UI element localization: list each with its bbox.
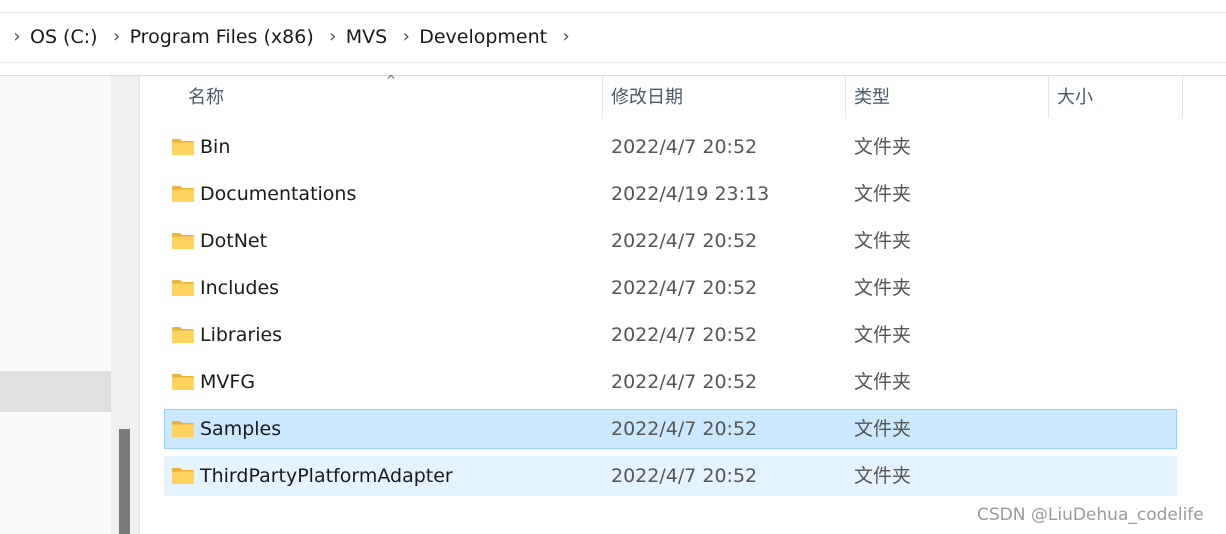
folder-icon <box>172 468 194 484</box>
file-type: 文件夹 <box>854 136 912 158</box>
column-header-size[interactable]: 大小 <box>1048 76 1183 118</box>
file-modified-date: 2022/4/7 20:52 <box>611 418 758 440</box>
chevron-right-icon[interactable]: › <box>108 13 126 61</box>
folder-icon <box>172 186 194 202</box>
file-name[interactable]: DotNet <box>200 222 267 260</box>
file-type: 文件夹 <box>854 230 912 252</box>
folder-icon <box>172 327 194 343</box>
watermark: CSDN @LiuDehua_codelife <box>977 505 1204 525</box>
file-name[interactable]: MVFG <box>200 363 255 401</box>
column-header-name[interactable]: 名称 <box>180 76 602 118</box>
file-modified-date: 2022/4/7 20:52 <box>611 324 758 346</box>
chevron-right-icon[interactable]: › <box>8 13 26 61</box>
file-row[interactable]: DotNet 2022/4/7 20:52 文件夹 <box>164 221 1177 261</box>
breadcrumb-item-mvs[interactable]: MVS <box>346 13 387 61</box>
file-type: 文件夹 <box>854 418 912 440</box>
breadcrumb: › OS (C:) › Program Files (x86) › MVS › … <box>0 13 579 61</box>
chevron-right-icon[interactable]: › <box>324 13 342 61</box>
file-name[interactable]: Bin <box>200 128 230 166</box>
file-row[interactable]: Documentations 2022/4/19 23:13 文件夹 <box>164 174 1177 214</box>
file-row[interactable]: Bin 2022/4/7 20:52 文件夹 <box>164 127 1177 167</box>
file-modified-date: 2022/4/19 23:13 <box>611 183 770 205</box>
file-list: ^ 名称 修改日期 类型 大小 Bin 2022/4/7 20:52 文件夹 Docu… <box>140 74 1226 534</box>
file-type: 文件夹 <box>854 277 912 299</box>
file-modified-date: 2022/4/7 20:52 <box>611 465 758 487</box>
file-modified-date: 2022/4/7 20:52 <box>611 136 758 158</box>
navigation-pane-selected-item[interactable] <box>0 371 111 412</box>
file-row[interactable]: Libraries 2022/4/7 20:52 文件夹 <box>164 315 1177 355</box>
file-name[interactable]: Libraries <box>200 316 282 354</box>
column-header-row: ^ 名称 修改日期 类型 大小 <box>140 74 1226 118</box>
file-type: 文件夹 <box>854 465 912 487</box>
file-row[interactable]: Samples 2022/4/7 20:52 文件夹 <box>164 409 1177 449</box>
breadcrumb-item-drive[interactable]: OS (C:) <box>30 13 98 61</box>
file-modified-date: 2022/4/7 20:52 <box>611 230 758 252</box>
navigation-pane-scrollbar-thumb[interactable] <box>119 429 130 534</box>
column-header-modified[interactable]: 修改日期 <box>602 76 845 118</box>
folder-icon <box>172 233 194 249</box>
file-type: 文件夹 <box>854 183 912 205</box>
chevron-right-icon[interactable]: › <box>557 13 575 61</box>
file-type: 文件夹 <box>854 371 912 393</box>
file-name[interactable]: Includes <box>200 269 279 307</box>
folder-icon <box>172 374 194 390</box>
breadcrumb-item-program-files[interactable]: Program Files (x86) <box>130 13 314 61</box>
address-bar-divider <box>0 62 1226 63</box>
file-name[interactable]: Documentations <box>200 175 356 213</box>
breadcrumb-item-development[interactable]: Development <box>419 13 547 61</box>
file-row[interactable]: ThirdPartyPlatformAdapter 2022/4/7 20:52 文… <box>164 456 1177 496</box>
file-modified-date: 2022/4/7 20:52 <box>611 371 758 393</box>
file-type: 文件夹 <box>854 324 912 346</box>
file-name[interactable]: ThirdPartyPlatformAdapter <box>200 457 453 495</box>
file-row[interactable]: MVFG 2022/4/7 20:52 文件夹 <box>164 362 1177 402</box>
column-header-type[interactable]: 类型 <box>845 76 1048 118</box>
folder-icon <box>172 139 194 155</box>
chevron-right-icon[interactable]: › <box>397 13 415 61</box>
folder-icon <box>172 280 194 296</box>
file-name[interactable]: Samples <box>200 410 281 448</box>
navigation-pane[interactable] <box>0 76 111 534</box>
window-top-strip <box>0 0 1226 13</box>
file-modified-date: 2022/4/7 20:52 <box>611 277 758 299</box>
address-bar[interactable]: › OS (C:) › Program Files (x86) › MVS › … <box>0 13 1226 61</box>
folder-icon <box>172 421 194 437</box>
file-row[interactable]: Includes 2022/4/7 20:52 文件夹 <box>164 268 1177 308</box>
